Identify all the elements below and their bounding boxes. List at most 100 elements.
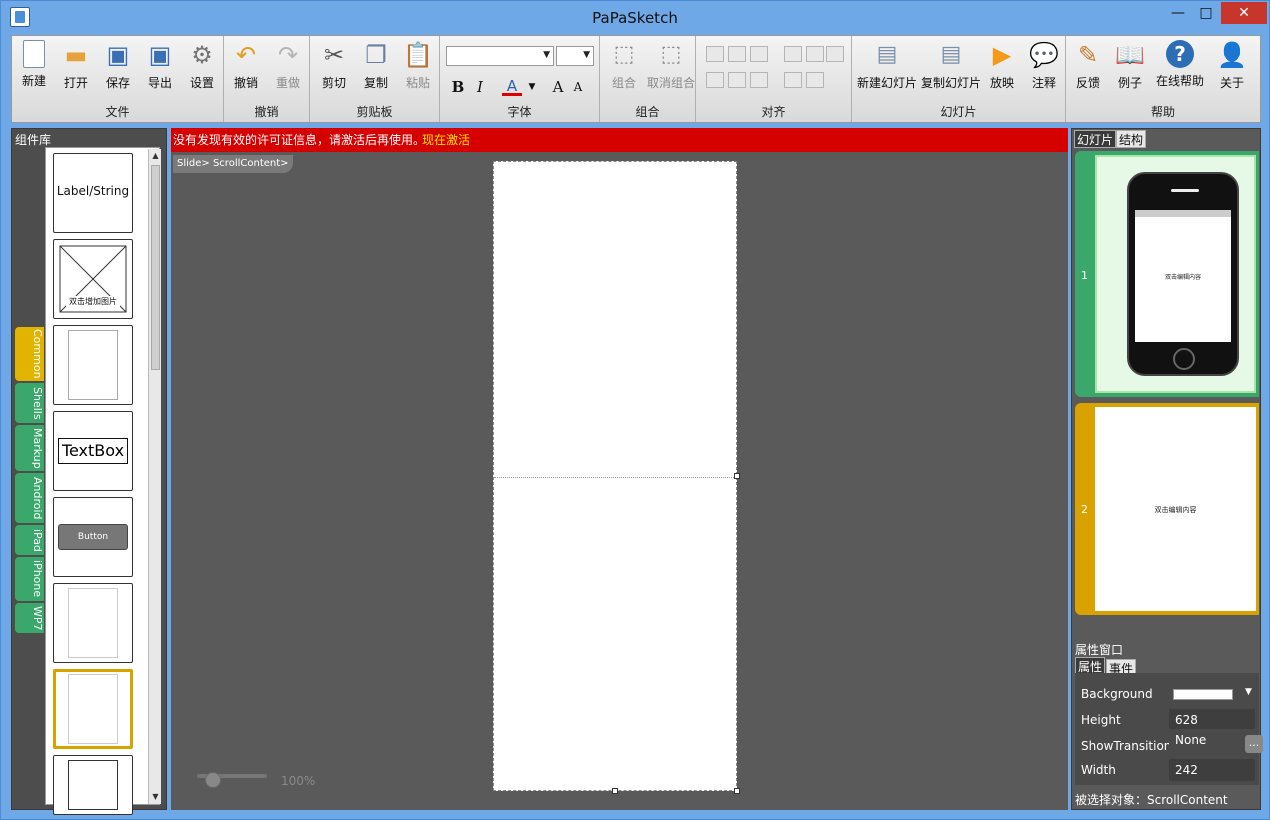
component-list-scrollbar[interactable]: ▲ ▼ xyxy=(148,149,161,804)
redo-button[interactable]: ↷ 重做 xyxy=(268,40,308,91)
align-top-icon[interactable] xyxy=(706,72,724,88)
settings-button[interactable]: ⚙ 设置 xyxy=(182,40,222,91)
tab-android[interactable]: Android xyxy=(15,473,44,523)
tab-wp7[interactable]: WP7 xyxy=(15,603,44,633)
grow-font-button[interactable]: A xyxy=(548,76,568,98)
export-icon: ▣ xyxy=(148,41,172,69)
align-middle-icon[interactable] xyxy=(728,72,746,88)
minimize-button[interactable]: — xyxy=(1165,2,1191,24)
font-color-dropdown[interactable]: ▼ xyxy=(522,76,542,98)
resize-handle-right[interactable] xyxy=(734,473,740,479)
copy-slide-icon: ▤ xyxy=(940,42,962,67)
examples-button[interactable]: 📖 例子 xyxy=(1110,40,1150,91)
component-panel[interactable] xyxy=(53,325,133,405)
online-help-button[interactable]: ? 在线帮助 xyxy=(1152,40,1208,89)
space-h-icon[interactable] xyxy=(784,72,802,88)
tab-ipad[interactable]: iPad xyxy=(15,525,44,555)
resize-handle-corner[interactable] xyxy=(734,788,740,794)
font-family-select[interactable]: ▼ xyxy=(446,46,554,66)
ungroup-button[interactable]: ⬚ 取消组合 xyxy=(646,40,696,91)
right-panel: 幻灯片 结构 1 双击编辑内容 2 双击编辑内容 属性窗口 属性 事件 Back… xyxy=(1071,128,1263,810)
ungroup-icon: ⬚ xyxy=(660,42,682,67)
tab-shells[interactable]: Shells xyxy=(15,383,44,423)
space-v-icon[interactable] xyxy=(806,72,824,88)
examples-label: 例子 xyxy=(1117,76,1142,90)
comment-icon: 💬 xyxy=(1029,41,1059,69)
play-button[interactable]: ▶ 放映 xyxy=(982,40,1022,91)
slide-thumb-1[interactable]: 1 双击编辑内容 xyxy=(1075,151,1259,397)
cut-button[interactable]: ✂ 剪切 xyxy=(314,40,354,91)
group-undo: ↶ 撤销 ↷ 重做 撤销 xyxy=(224,36,310,122)
tab-markup[interactable]: Markup xyxy=(15,425,44,471)
component-button[interactable]: Button xyxy=(53,497,133,577)
export-button[interactable]: ▣ 导出 xyxy=(140,40,180,91)
prop-background[interactable]: Background ▼ xyxy=(1081,683,1255,705)
scroll-content-page[interactable] xyxy=(493,161,737,791)
component-item[interactable] xyxy=(53,755,133,815)
activate-now-link[interactable]: 现在激活 xyxy=(422,128,470,152)
distribute-v-icon[interactable] xyxy=(806,46,824,62)
component-scrollpanel[interactable] xyxy=(53,583,133,663)
resize-handle-bottom[interactable] xyxy=(612,788,618,794)
about-button[interactable]: 👤 关于 xyxy=(1212,40,1252,91)
chevron-down-icon[interactable]: ▼ xyxy=(1245,687,1252,697)
scroll-down-icon[interactable]: ▼ xyxy=(149,790,162,804)
italic-button[interactable]: I xyxy=(470,76,490,98)
transition-more-button[interactable]: ... xyxy=(1245,735,1263,753)
component-textbox[interactable]: TextBox xyxy=(53,411,133,491)
phone-status-bar xyxy=(1135,210,1231,217)
component-image[interactable]: 双击增加图片 xyxy=(53,239,133,319)
maximize-button[interactable]: □ xyxy=(1193,2,1219,24)
tab-slides[interactable]: 幻灯片 xyxy=(1074,130,1117,148)
prop-height-value[interactable]: 628 xyxy=(1169,709,1255,731)
save-label: 保存 xyxy=(105,76,130,90)
font-color-button[interactable]: A xyxy=(502,76,522,96)
copy-button[interactable]: ❐ 复制 xyxy=(356,40,396,91)
scroll-up-icon[interactable]: ▲ xyxy=(149,149,162,163)
close-button[interactable]: ✕ xyxy=(1221,2,1267,24)
undo-icon: ↶ xyxy=(235,41,257,69)
component-scrollcontent[interactable] xyxy=(53,669,133,749)
open-button[interactable]: ▬ 打开 xyxy=(56,40,96,91)
group-button[interactable]: ⬚ 组合 xyxy=(604,40,644,91)
feedback-button[interactable]: ✎ 反馈 xyxy=(1068,40,1108,91)
zoom-slider-knob[interactable] xyxy=(205,772,221,788)
breadcrumb[interactable]: Slide> ScrollContent> xyxy=(173,155,293,173)
tab-common[interactable]: Common xyxy=(15,327,44,381)
bold-button[interactable]: B xyxy=(448,76,468,98)
scroll-thumb[interactable] xyxy=(151,165,160,370)
prop-transition-value[interactable]: None xyxy=(1169,729,1255,751)
undo-button[interactable]: ↶ 撤销 xyxy=(226,40,266,91)
prop-height[interactable]: Height 628 xyxy=(1081,709,1255,731)
component-label[interactable]: Label/String xyxy=(53,153,133,233)
shrink-font-button[interactable]: A xyxy=(568,76,588,98)
group-label-undo: 撤销 xyxy=(254,105,279,119)
new-button[interactable]: 新建 xyxy=(14,40,54,89)
slide-thumb-2-preview: 双击编辑内容 xyxy=(1095,407,1256,611)
distribute-h-icon[interactable] xyxy=(784,46,802,62)
slide-number: 1 xyxy=(1081,269,1088,282)
book-icon: 📖 xyxy=(1115,41,1145,69)
save-button[interactable]: ▣ 保存 xyxy=(98,40,138,91)
note-button[interactable]: 💬 注释 xyxy=(1024,40,1064,91)
group-label-font: 字体 xyxy=(507,105,532,119)
tab-structure[interactable]: 结构 xyxy=(1116,130,1147,148)
align-center-icon[interactable] xyxy=(728,46,746,62)
new-slide-button[interactable]: ▤ 新建幻灯片 xyxy=(856,40,918,91)
paste-button[interactable]: 📋 粘贴 xyxy=(398,40,438,91)
prop-show-transition[interactable]: ShowTransition None ... xyxy=(1081,729,1263,755)
align-left-icon[interactable] xyxy=(706,46,724,62)
design-canvas[interactable]: 没有发现有效的许可证信息，请激活后再使用。 现在激活 Slide> Scroll… xyxy=(171,128,1068,810)
tab-iphone[interactable]: iPhone xyxy=(15,557,44,601)
font-size-select[interactable]: ▼ xyxy=(556,46,594,66)
background-color-swatch[interactable] xyxy=(1173,689,1233,700)
align-right-icon[interactable] xyxy=(750,46,768,62)
same-size-icon[interactable] xyxy=(826,46,844,62)
slide-thumb-2[interactable]: 2 双击编辑内容 xyxy=(1075,403,1259,615)
align-bottom-icon[interactable] xyxy=(750,72,768,88)
copy-slide-button[interactable]: ▤ 复制幻灯片 xyxy=(920,40,982,91)
slide-1-content: 双击编辑内容 xyxy=(1164,274,1201,281)
prop-width[interactable]: Width 242 xyxy=(1081,759,1255,781)
prop-width-value[interactable]: 242 xyxy=(1169,759,1255,781)
prop-height-key: Height xyxy=(1081,713,1121,727)
